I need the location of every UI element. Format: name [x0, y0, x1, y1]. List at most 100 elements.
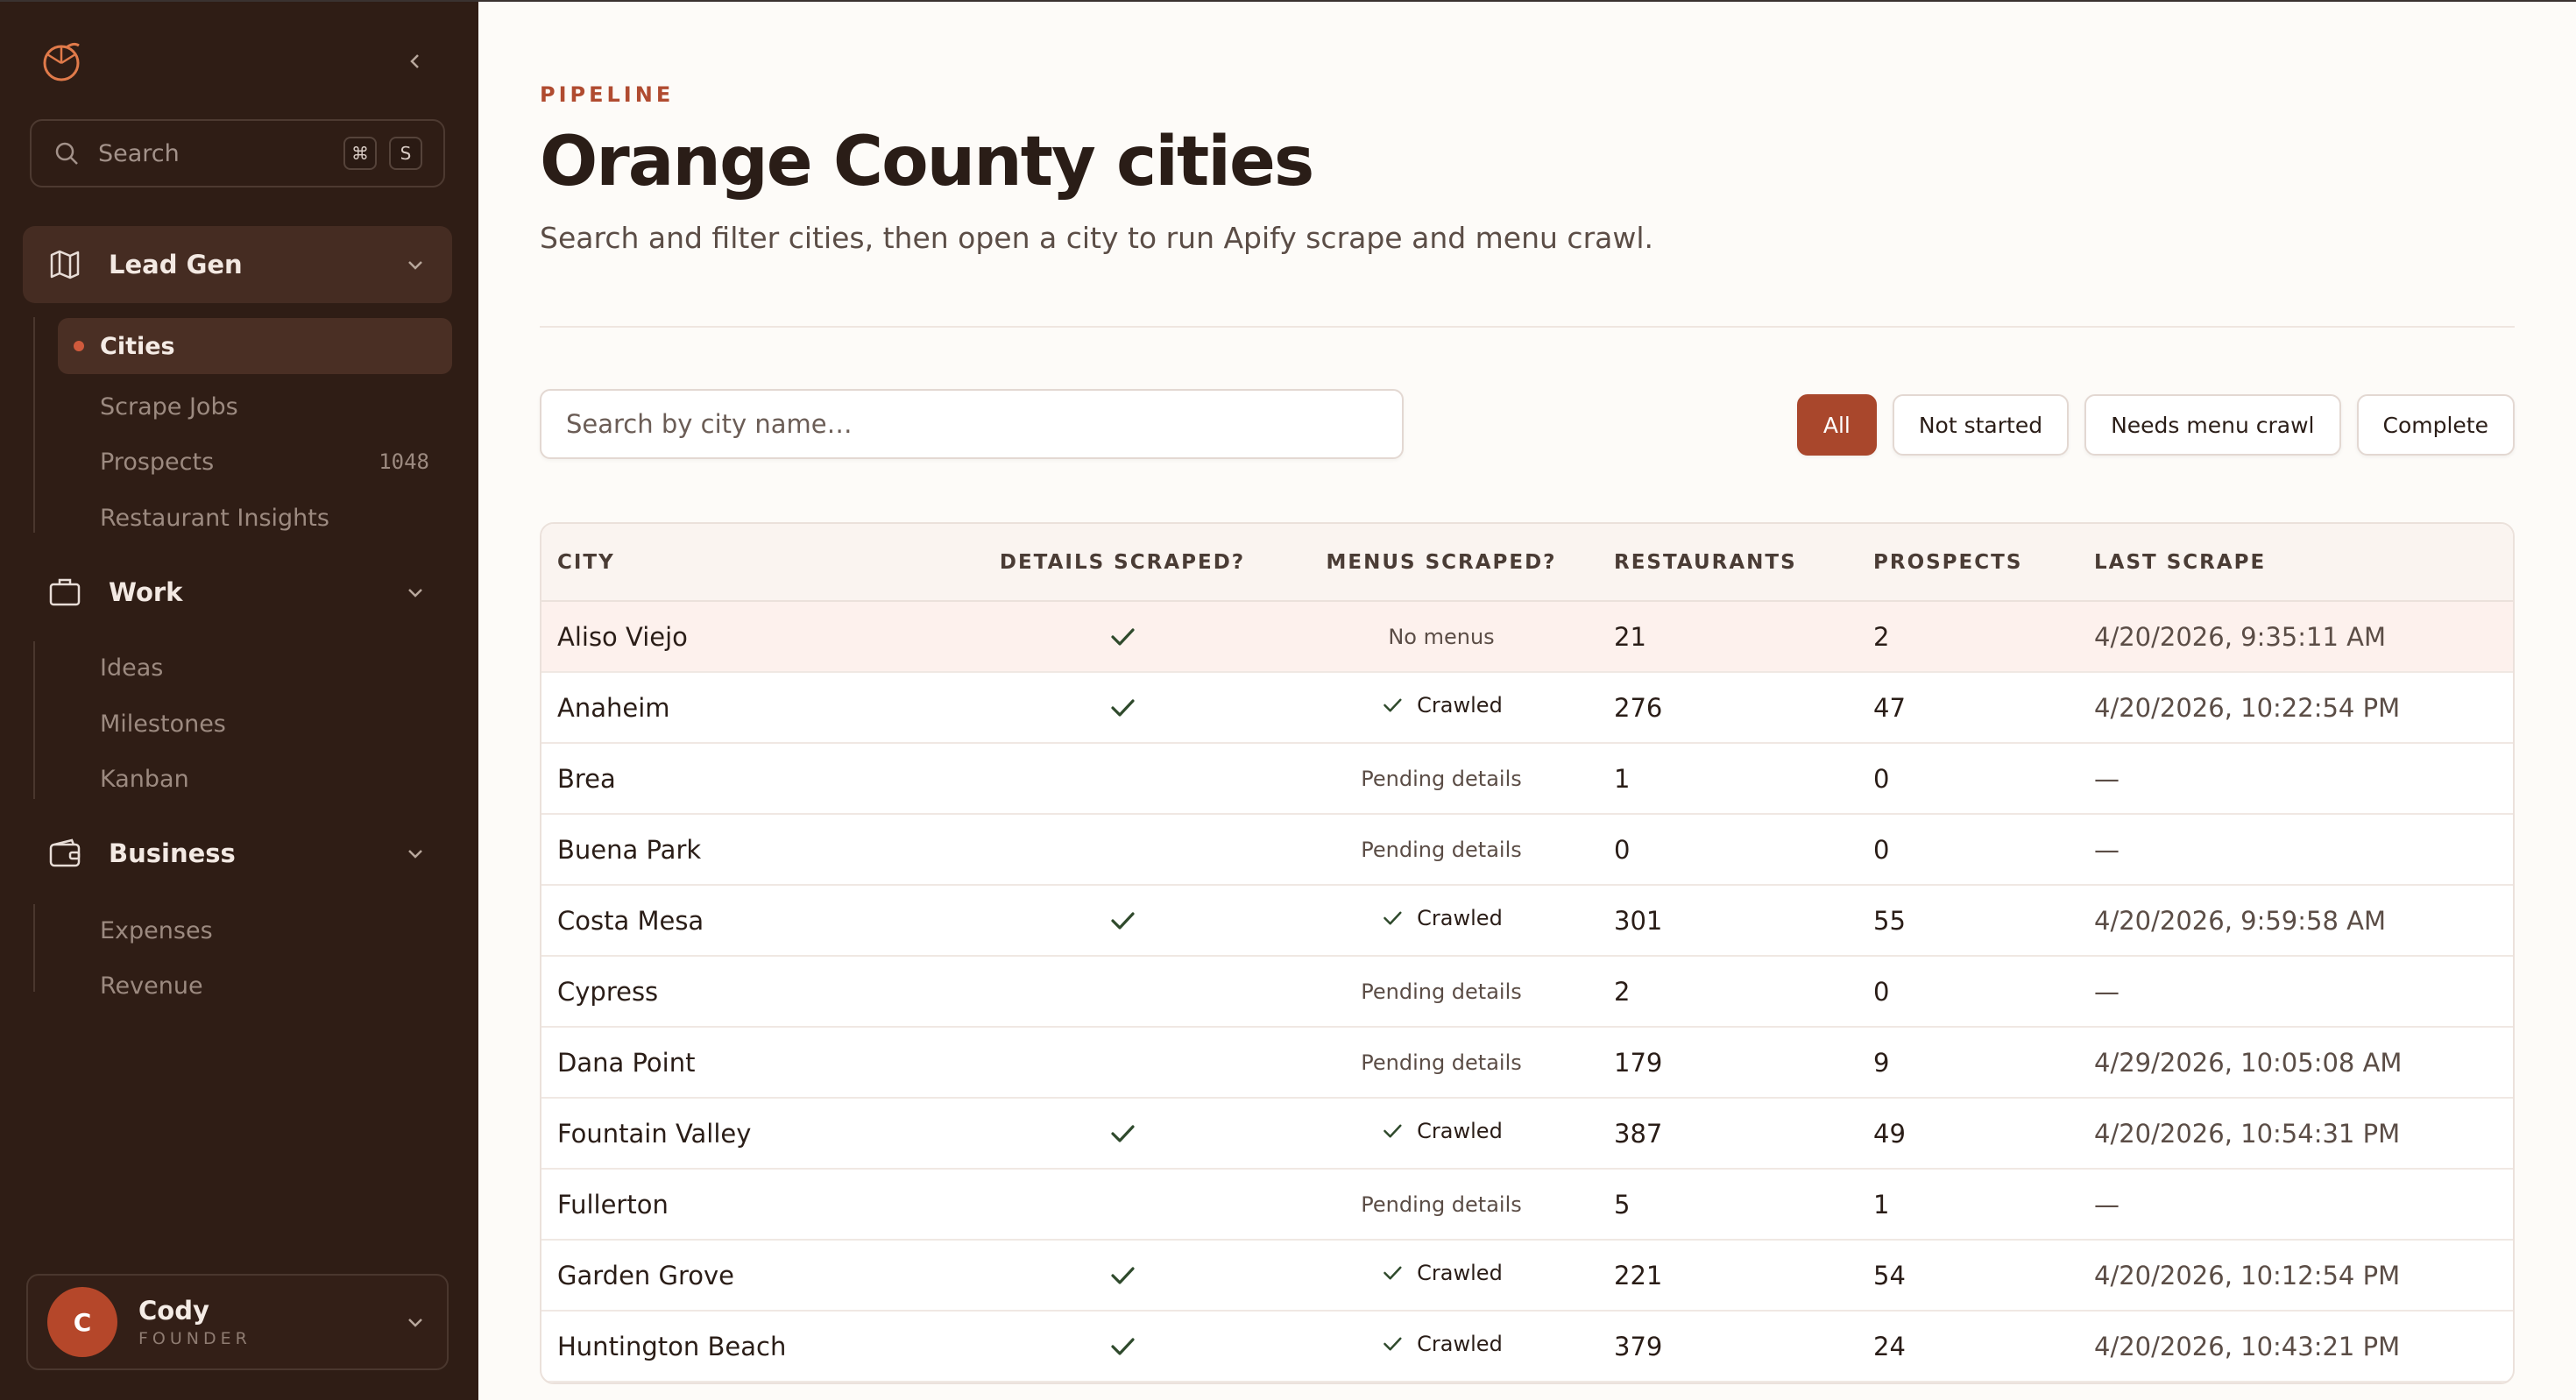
cell-last-scrape: 4/20/2026, 10:12:54 PM — [2094, 1260, 2401, 1290]
cell-city: Huntington Beach — [557, 1331, 787, 1361]
col-header-menus-scraped[interactable]: MENUS SCRAPED? — [1284, 524, 1598, 602]
cell-details-scraped — [960, 672, 1284, 743]
sidebar-item-prospects[interactable]: Prospects 1048 — [58, 434, 452, 490]
kbd-s: S — [389, 137, 422, 170]
cell-menus-scraped: Pending details — [1284, 1169, 1598, 1240]
col-header-details-scraped[interactable]: DETAILS SCRAPED? — [960, 524, 1284, 602]
table-row[interactable]: Buena Park Pending details 0 0 — — [541, 814, 2513, 885]
filter-needs-menu-crawl-button[interactable]: Needs menu crawl — [2084, 394, 2341, 456]
cell-last-scrape: — — [2094, 834, 2120, 865]
table-row[interactable]: Fountain Valley Crawled 387 49 4/20/2026, 10… — [541, 1098, 2513, 1169]
nav-group-label: Work — [109, 577, 183, 607]
cell-restaurants: 387 — [1614, 1118, 1663, 1149]
table-row[interactable]: Cypress Pending details 2 0 — — [541, 956, 2513, 1027]
sidebar-item-milestones[interactable]: Milestones — [58, 696, 452, 752]
cell-prospects: 55 — [1873, 905, 1906, 936]
filter-all-button[interactable]: All — [1796, 394, 1877, 456]
sidebar-item-restaurant-insights[interactable]: Restaurant Insights — [58, 490, 452, 546]
sidebar-item-scrape-jobs[interactable]: Scrape Jobs — [58, 378, 452, 435]
sidebar-item-label: Ideas — [100, 654, 164, 682]
nav-group-work[interactable]: Work — [23, 554, 452, 631]
cell-city: Costa Mesa — [557, 905, 704, 936]
cities-table: CITY DETAILS SCRAPED? MENUS SCRAPED? RES… — [540, 522, 2515, 1384]
table-row[interactable]: Dana Point Pending details 179 9 4/29/2026, … — [541, 1027, 2513, 1098]
sidebar-item-label: Revenue — [100, 972, 203, 1000]
cell-prospects: 54 — [1873, 1260, 1906, 1290]
menus-status-text: No menus — [1388, 624, 1495, 649]
check-icon — [1111, 1267, 1135, 1284]
cell-menus-scraped: Pending details — [1284, 743, 1598, 814]
chevron-down-icon — [408, 261, 422, 270]
filter-not-started-button[interactable]: Not started — [1892, 394, 2070, 456]
col-header-city[interactable]: CITY — [541, 524, 960, 602]
nav-group-business[interactable]: Business — [23, 815, 452, 892]
sidebar-item-revenue[interactable]: Revenue — [58, 958, 452, 1014]
cell-menus-scraped: Crawled — [1284, 672, 1598, 743]
nav-group-label: Lead Gen — [109, 250, 243, 279]
menus-status-text: Crawled — [1417, 692, 1503, 718]
cell-city: Buena Park — [557, 834, 702, 865]
cell-prospects: 2 — [1873, 621, 1890, 652]
cell-menus-scraped: Pending details — [1284, 956, 1598, 1027]
status-filters: All Not started Needs menu crawl Complet… — [1796, 394, 2515, 456]
filter-complete-button[interactable]: Complete — [2356, 394, 2515, 456]
col-header-restaurants[interactable]: RESTAURANTS — [1598, 524, 1858, 602]
nav-group-lead-gen[interactable]: Lead Gen — [23, 226, 452, 303]
sidebar-search[interactable]: Search ⌘ S — [30, 119, 445, 187]
cell-details-scraped — [960, 814, 1284, 885]
crawled-status: Crawled — [1380, 1261, 1503, 1285]
table-row[interactable]: Fullerton Pending details 5 1 — — [541, 1169, 2513, 1240]
sidebar-item-cities[interactable]: Cities — [58, 318, 452, 374]
table-row[interactable]: Huntington Beach Crawled 379 24 4/20/2026, 1… — [541, 1311, 2513, 1382]
table-row[interactable]: Costa Mesa Crawled 301 55 4/20/2026, 9:59:58… — [541, 885, 2513, 956]
cell-menus-scraped: Crawled — [1284, 885, 1598, 956]
sidebar-item-kanban[interactable]: Kanban — [58, 751, 452, 807]
sidebar-item-label: Expenses — [100, 916, 213, 944]
col-header-prospects[interactable]: PROSPECTS — [1858, 524, 2078, 602]
cell-last-scrape: 4/29/2026, 10:05:08 AM — [2094, 1047, 2403, 1078]
cell-menus-scraped: Crawled — [1284, 1240, 1598, 1311]
sidebar-header — [0, 2, 478, 124]
check-icon — [1111, 699, 1135, 717]
check-icon — [1384, 698, 1402, 711]
cell-city: Aliso Viejo — [557, 621, 688, 652]
table-row[interactable]: Aliso Viejo No menus 21 2 4/20/2026, 9:35:11… — [541, 601, 2513, 672]
briefcase-icon — [49, 578, 81, 606]
user-menu[interactable]: C Cody FOUNDER — [26, 1274, 449, 1370]
search-icon — [55, 142, 78, 165]
crawled-status: Crawled — [1380, 1332, 1503, 1356]
cell-restaurants: 2 — [1614, 976, 1631, 1007]
city-search-input[interactable] — [540, 389, 1404, 459]
table-row[interactable]: Garden Grove Crawled 221 54 4/20/2026, 10:12… — [541, 1240, 2513, 1311]
sidebar-item-ideas[interactable]: Ideas — [58, 640, 452, 696]
col-header-last-scrape[interactable]: LAST SCRAPE — [2078, 524, 2513, 602]
cell-menus-scraped: Crawled — [1284, 1098, 1598, 1169]
main-content: PIPELINE Orange County cities Search and… — [478, 2, 2576, 1400]
cell-restaurants: 0 — [1614, 834, 1631, 865]
cell-prospects: 49 — [1873, 1118, 1906, 1149]
cell-restaurants: 21 — [1614, 621, 1646, 652]
sidebar-item-label: Restaurant Insights — [100, 504, 329, 532]
cell-prospects: 0 — [1873, 834, 1890, 865]
sidebar-item-label: Cities — [100, 332, 175, 360]
cell-prospects: 24 — [1873, 1331, 1906, 1361]
cell-menus-scraped: Pending details — [1284, 1027, 1598, 1098]
cell-restaurants: 5 — [1614, 1189, 1631, 1220]
table-row[interactable]: Brea Pending details 1 0 — — [541, 743, 2513, 814]
sidebar-item-label: Prospects — [100, 448, 215, 476]
tree-line — [33, 641, 35, 799]
cell-city: Brea — [557, 763, 616, 794]
page-eyebrow: PIPELINE — [540, 82, 675, 107]
orange-slice-logo-icon[interactable] — [40, 40, 84, 84]
sidebar-item-expenses[interactable]: Expenses — [58, 902, 452, 958]
sidebar-item-label: Kanban — [100, 765, 189, 793]
table-row[interactable]: Anaheim Crawled 276 47 4/20/2026, 10:22:54 P… — [541, 672, 2513, 743]
cell-last-scrape: — — [2094, 976, 2120, 1007]
user-role: FOUNDER — [138, 1329, 251, 1348]
page-title: Orange County cities — [540, 123, 1314, 202]
cell-menus-scraped: Pending details — [1284, 814, 1598, 885]
collapse-sidebar-button[interactable] — [401, 47, 429, 75]
sidebar: Search ⌘ S Lead Gen Cities Scrape Jobs P… — [0, 2, 478, 1400]
cell-city: Fullerton — [557, 1189, 669, 1220]
tree-line — [33, 904, 35, 992]
